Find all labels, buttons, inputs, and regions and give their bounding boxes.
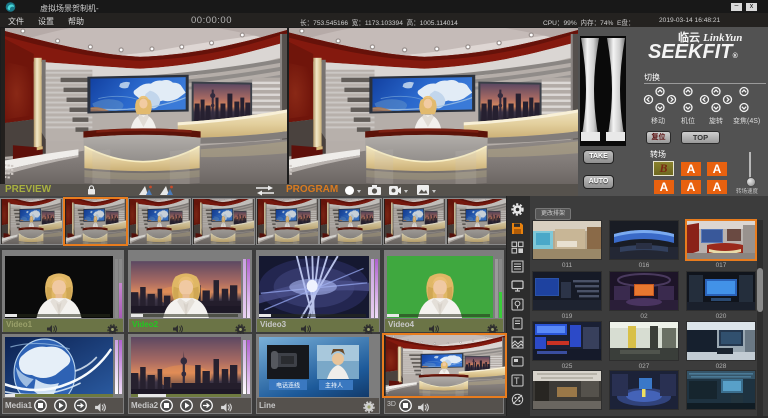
svg-text:电话连线: 电话连线	[276, 382, 300, 390]
svg-text:主持人: 主持人	[325, 382, 343, 390]
svg-text:T: T	[514, 376, 520, 386]
